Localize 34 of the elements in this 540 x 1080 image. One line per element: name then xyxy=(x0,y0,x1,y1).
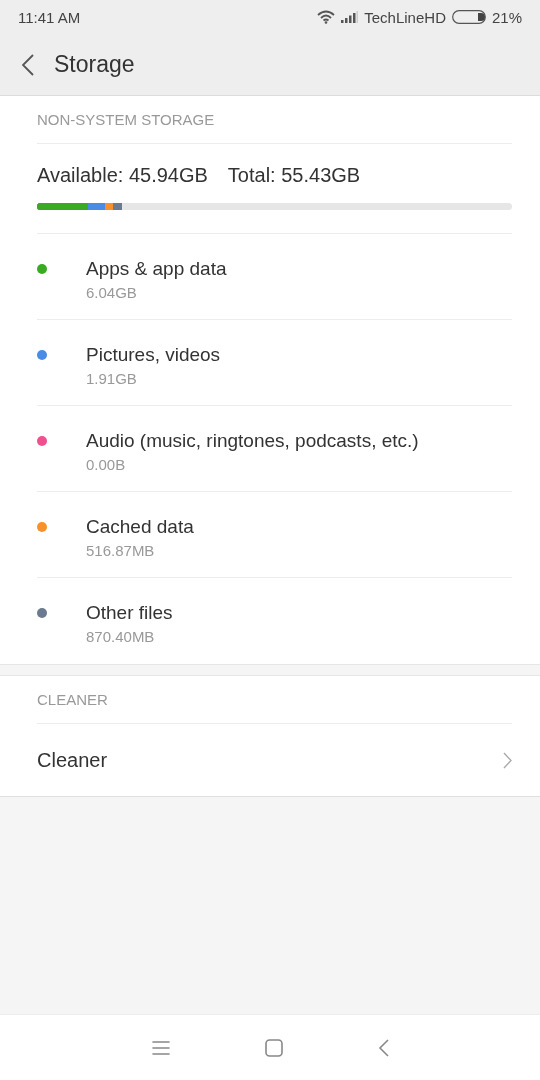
category-name: Cached data xyxy=(86,516,194,538)
home-icon[interactable] xyxy=(264,1038,283,1057)
storage-category[interactable]: Apps & app data 6.04GB xyxy=(37,234,512,320)
wifi-icon xyxy=(317,10,336,24)
status-time: 11:41 AM xyxy=(18,8,81,26)
category-size: 1.91GB xyxy=(86,370,138,387)
storage-category[interactable]: Pictures, videos 1.91GB xyxy=(37,320,512,406)
battery-icon xyxy=(451,10,486,24)
cleaner-row[interactable]: Cleaner xyxy=(37,724,512,796)
back-icon[interactable] xyxy=(377,1038,389,1057)
row-label: Cleaner xyxy=(37,748,108,772)
section-heading: CLEANER xyxy=(37,676,512,724)
back-icon xyxy=(22,53,34,76)
category-size: 870.40MB xyxy=(86,628,156,645)
storage-category[interactable]: Audio (music, ringtones, podcasts, etc.) 0.00B xyxy=(37,406,512,492)
category-size: 6.04GB xyxy=(86,284,138,301)
available-storage: Available: 45.94GB xyxy=(37,164,208,187)
storage-category[interactable]: Cached data 516.87MB xyxy=(37,492,512,578)
page-title: Storage xyxy=(54,51,135,78)
signal-icon xyxy=(341,11,359,23)
category-name: Pictures, videos xyxy=(86,344,221,366)
menu-icon[interactable] xyxy=(151,1039,170,1056)
category-name: Audio (music, ringtones, podcasts, etc.) xyxy=(86,430,419,452)
battery-percent: 21% xyxy=(491,8,522,26)
chevron-right-icon xyxy=(503,751,512,769)
storage-category[interactable]: Other files 870.40MB xyxy=(37,578,512,664)
category-size: 0.00B xyxy=(86,456,127,473)
total-storage: Total: 55.43GB xyxy=(227,164,361,187)
category-size: 516.87MB xyxy=(86,542,156,559)
section-heading: NON-SYSTEM STORAGE xyxy=(37,96,512,144)
carrier-name: TechLineHD xyxy=(364,8,446,26)
category-name: Other files xyxy=(86,602,173,624)
back-button[interactable] xyxy=(22,53,34,76)
category-name: Apps & app data xyxy=(86,258,227,280)
